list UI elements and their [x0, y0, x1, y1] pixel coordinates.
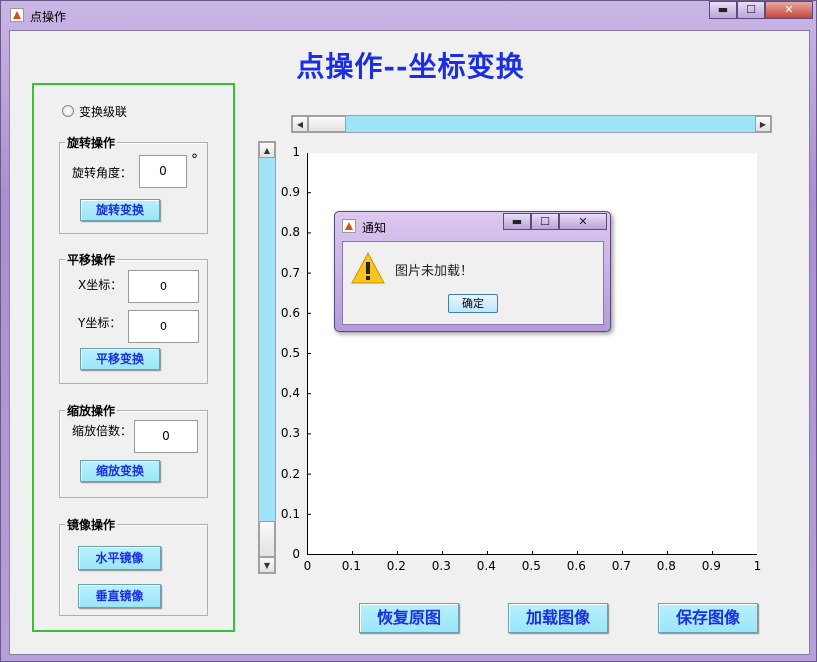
scroll-left-button[interactable]: ◀ — [292, 116, 308, 132]
scaling-group: 缩放操作 缩放倍数： 0 缩放变换 — [59, 402, 208, 498]
x-tick-label: 0.2 — [386, 559, 406, 573]
arrow-left-icon: ◀ — [296, 120, 304, 129]
arrow-down-icon: ▼ — [263, 561, 271, 570]
x-coordinate-input[interactable]: 0 — [128, 270, 199, 303]
vertical-mirror-button[interactable]: 垂直镜像 — [78, 584, 161, 608]
x-coordinate-label: X坐标： — [78, 278, 123, 292]
horizontal-scroll-track[interactable] — [346, 116, 755, 132]
translation-group-title: 平移操作 — [65, 251, 118, 268]
control-panel: 变换级联 旋转操作 旋转角度： 0 ° 旋转变换 平移操作 X坐标： 0 Y坐标… — [32, 83, 235, 632]
maximize-icon: ☐ — [540, 215, 550, 228]
y-tick-label: 0.8 — [280, 225, 300, 240]
page-title: 点操作--坐标变换 — [296, 50, 525, 83]
x-axis-tick-labels: 0 0.1 0.2 0.3 0.4 0.5 0.6 0.7 0.8 0.9 1 — [303, 559, 767, 575]
x-tick-label: 0.6 — [566, 559, 586, 573]
translate-button[interactable]: 平移变换 — [80, 348, 160, 370]
x-tick-label: 0.5 — [521, 559, 541, 573]
dialog-minimize-button[interactable]: ▬ — [503, 213, 531, 230]
y-tick-label: 0.6 — [280, 305, 300, 320]
scaling-group-title: 缩放操作 — [65, 402, 118, 419]
x-tick-label: 0.3 — [431, 559, 451, 573]
rotation-group-title: 旋转操作 — [65, 134, 118, 151]
notification-dialog: 通知 ▬ ☐ ✕ 图片未加载！ 确定 — [334, 211, 611, 332]
y-tick-label: 0.3 — [280, 426, 300, 441]
horizontal-scrollbar[interactable]: ◀ ▶ — [291, 115, 772, 133]
x-tick-label: 0.9 — [701, 559, 721, 573]
x-tick-label: 1 — [753, 559, 762, 573]
minimize-button[interactable]: ▬ — [709, 1, 737, 19]
scale-factor-input[interactable]: 0 — [134, 420, 198, 453]
close-button[interactable]: ✕ — [765, 1, 813, 19]
matlab-icon — [10, 8, 24, 22]
horizontal-mirror-button[interactable]: 水平镜像 — [78, 546, 161, 570]
y-tick-label: 0.2 — [280, 466, 300, 481]
rotate-button[interactable]: 旋转变换 — [80, 199, 160, 221]
dialog-message: 图片未加载！ — [395, 264, 474, 279]
y-tick-label: 1 — [292, 145, 300, 159]
translation-group: 平移操作 X坐标： 0 Y坐标： 0 平移变换 — [59, 251, 208, 384]
dialog-ok-button[interactable]: 确定 — [448, 294, 498, 313]
y-tick-label: 0.4 — [280, 386, 300, 401]
window-title: 点操作 — [30, 10, 67, 24]
load-image-button[interactable]: 加载图像 — [508, 603, 608, 633]
dialog-body: 图片未加载！ 确定 — [342, 241, 604, 325]
minimize-icon: ▬ — [511, 215, 523, 228]
save-image-button[interactable]: 保存图像 — [658, 603, 758, 633]
scale-button[interactable]: 缩放变换 — [80, 460, 160, 482]
warning-icon — [351, 252, 385, 284]
arrow-right-icon: ▶ — [759, 120, 767, 129]
cascade-label: 变换级联 — [79, 105, 128, 119]
y-tick-label: 0.9 — [280, 185, 300, 200]
matlab-icon — [342, 219, 356, 233]
arrow-up-icon: ▲ — [263, 146, 271, 155]
y-tick-label: 0.5 — [280, 346, 300, 360]
mirror-group-title: 镜像操作 — [65, 516, 118, 533]
x-tick-label: 0 — [303, 559, 312, 573]
minimize-icon: ▬ — [717, 3, 729, 16]
mirror-group: 镜像操作 水平镜像 垂直镜像 — [59, 516, 208, 616]
dialog-caption-buttons: ▬ ☐ ✕ — [503, 213, 607, 230]
maximize-button[interactable]: ☐ — [737, 1, 765, 19]
x-tick-label: 0.1 — [341, 559, 361, 573]
close-icon: ✕ — [578, 215, 588, 228]
y-tick-label: 0 — [292, 547, 300, 561]
caption-buttons: ▬ ☐ ✕ — [709, 1, 813, 21]
y-coordinate-input[interactable]: 0 — [128, 310, 199, 343]
dialog-maximize-button[interactable]: ☐ — [531, 213, 559, 230]
rotation-angle-input[interactable]: 0 — [139, 155, 187, 188]
close-icon: ✕ — [784, 3, 794, 16]
horizontal-scroll-thumb[interactable] — [308, 116, 346, 132]
client-area: 点操作--坐标变换 变换级联 旋转操作 旋转角度： 0 ° 旋转变换 平移操作 … — [9, 30, 810, 655]
cascade-radio[interactable] — [62, 105, 74, 117]
x-tick-label: 0.7 — [611, 559, 631, 573]
dialog-close-button[interactable]: ✕ — [559, 213, 607, 230]
restore-image-button[interactable]: 恢复原图 — [359, 603, 459, 633]
rotation-angle-label: 旋转角度： — [72, 166, 133, 180]
y-tick-label: 0.1 — [280, 506, 300, 521]
x-tick-label: 0.8 — [656, 559, 676, 573]
y-axis-tick-labels: 0 0.1 0.2 0.3 0.4 0.5 0.6 0.7 0.8 0.9 1 — [272, 145, 302, 565]
title-bar[interactable]: 点操作 ▬ ☐ ✕ — [1, 1, 817, 29]
maximize-icon: ☐ — [746, 3, 756, 16]
y-tick-label: 0.7 — [280, 265, 300, 280]
y-coordinate-label: Y坐标： — [78, 316, 122, 330]
scroll-right-button[interactable]: ▶ — [755, 116, 771, 132]
x-tick-label: 0.4 — [476, 559, 496, 573]
dialog-title: 通知 — [362, 221, 387, 235]
rotation-group: 旋转操作 旋转角度： 0 ° 旋转变换 — [59, 134, 208, 234]
degree-symbol: ° — [191, 152, 198, 168]
scale-factor-label: 缩放倍数： — [72, 424, 133, 438]
